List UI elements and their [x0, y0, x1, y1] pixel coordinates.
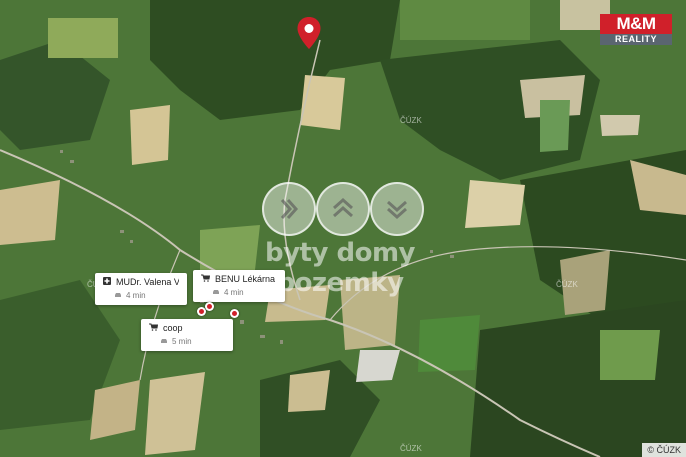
satellite-map[interactable]: ČÚZK ČÚZK ČÚZK ČÚZK byty domy pozemky M&… [0, 0, 686, 457]
car-icon [212, 288, 220, 297]
poi-travel-time: 5 min [172, 337, 192, 346]
poi-name: BENU Lékárna [215, 274, 276, 284]
cuzk-watermark: ČÚZK [400, 444, 422, 453]
cart-icon [149, 323, 159, 333]
poi-marker[interactable] [205, 302, 214, 311]
cuzk-watermark: ČÚZK [556, 280, 578, 289]
arrows-down-icon [370, 182, 424, 236]
car-icon [160, 337, 168, 346]
poi-travel-time: 4 min [224, 288, 244, 297]
poi-card-pharmacy[interactable]: BENU Lékárna 4 min [193, 270, 285, 302]
poi-marker[interactable] [230, 309, 239, 318]
cuzk-watermark: ČÚZK [400, 116, 422, 125]
poi-name: coop [163, 323, 183, 333]
poi-travel-time: 4 min [126, 291, 146, 300]
mm-reality-logo: M&M REALITY [600, 14, 672, 48]
cart-icon [201, 274, 211, 284]
copyright-label: © ČÚZK [642, 443, 686, 457]
poi-card-doctor[interactable]: MUDr. Valena Vla... 4 min [95, 273, 187, 305]
arrows-up-icon [316, 182, 370, 236]
car-icon [114, 291, 122, 300]
arrows-right-icon [262, 182, 316, 236]
watermark: byty domy pozemky [200, 182, 480, 298]
poi-name: MUDr. Valena Vla... [116, 277, 179, 287]
location-pin-icon[interactable] [296, 16, 322, 50]
poi-card-coop[interactable]: coop 5 min [141, 319, 233, 351]
medical-cross-icon [103, 277, 111, 287]
